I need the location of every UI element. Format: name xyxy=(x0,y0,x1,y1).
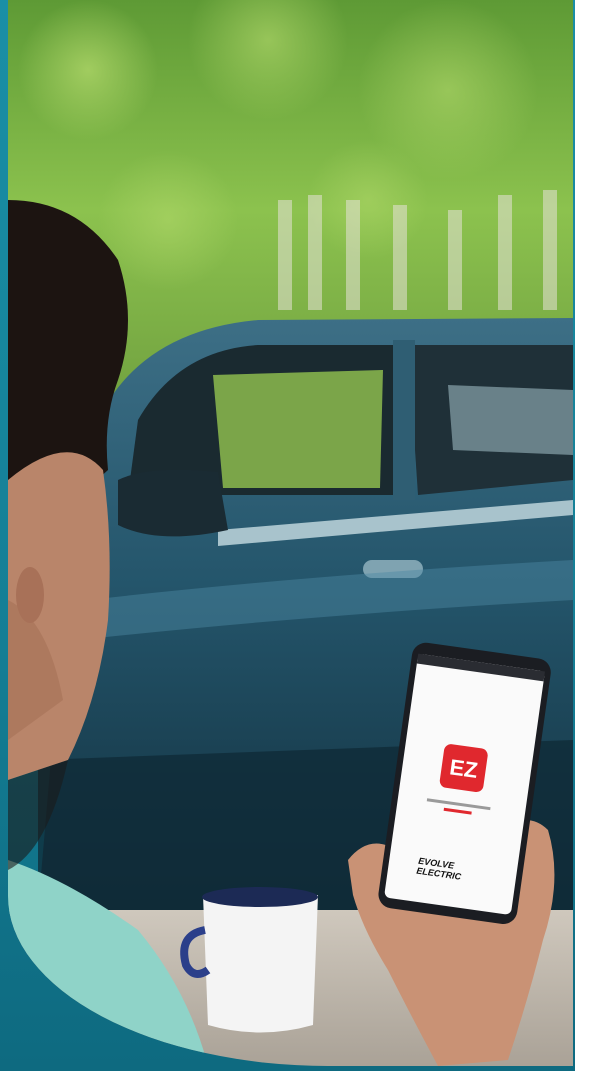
photo-frame: EZ EVOLVE ELECTRIC xyxy=(0,0,598,1071)
right-margin xyxy=(575,0,598,1071)
car xyxy=(38,318,573,910)
lifestyle-photo xyxy=(8,0,573,1066)
photo-illustration xyxy=(8,0,573,1066)
